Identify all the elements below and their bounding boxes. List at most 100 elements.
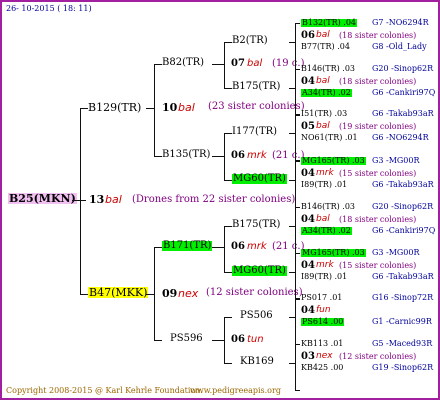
ancestor-3-mother: I51(TR) .03 — [301, 109, 348, 118]
root-generation: 13 — [89, 193, 105, 206]
ancestor-6-race: mrk — [316, 260, 334, 270]
connector-line — [295, 298, 300, 299]
connector-line — [295, 207, 300, 208]
report-date: 26- 10-2015 ( 18: 11) — [6, 4, 92, 13]
connector-line — [289, 363, 295, 364]
ancestor-8-note: (12 sister colonies) — [339, 352, 417, 361]
ancestor-2-father-line: G6 -Cankiri97Q — [372, 88, 436, 97]
connector-line — [295, 344, 296, 390]
connector-line — [289, 133, 295, 134]
connector-line — [295, 69, 300, 70]
ancestor-8-mother: KB113 .01 — [301, 339, 344, 348]
ancestor-5-mother: B146(TR) .03 — [301, 202, 356, 211]
connector-line — [224, 317, 232, 318]
grandparent-2-race: mrk — [247, 150, 267, 161]
grandparent-3-generation: 06 — [231, 241, 245, 252]
great-grandparent-7: PS506 — [240, 310, 273, 321]
connector-line — [224, 42, 232, 43]
ancestor-7-father: PS614 .00 — [301, 317, 345, 326]
parent-2-note: (12 sister colonies) — [206, 287, 303, 298]
grandparent-2-generation: 06 — [231, 150, 245, 161]
connector-line — [295, 23, 300, 24]
connector-line — [146, 294, 154, 295]
connector-line — [224, 363, 232, 364]
ancestor-1-generation: 06 — [301, 30, 315, 41]
ancestor-8-race: nex — [316, 351, 333, 361]
ancestor-1-mother-line: G7 -NO6294R — [372, 18, 429, 27]
ancestor-6-father-line: G6 -Takab93aR — [372, 272, 434, 281]
ancestor-3-race: bal — [316, 121, 330, 131]
ancestor-2-note: (18 sister colonies) — [339, 77, 417, 86]
ancestor-1-father: B77(TR) .04 — [301, 42, 350, 51]
ancestor-3-father-line: G6 -NO6294R — [372, 133, 429, 142]
ancestor-8-mother-line: G5 -Maced93R — [372, 339, 433, 348]
ancestor-2-race: bal — [316, 76, 330, 86]
connector-line — [224, 317, 225, 363]
ancestor-2-mother: B146(TR) .03 — [301, 64, 356, 73]
grandparent-queen-4: PS596 — [170, 333, 203, 344]
parent-1-note: (23 sister colonies) — [208, 101, 305, 112]
grandparent-4-race: tun — [247, 334, 264, 345]
root-note: (Drones from 22 sister colonies) — [132, 194, 296, 205]
ancestor-1-mother: B132(TR) .04 — [301, 18, 358, 27]
ancestor-4-mother-line: G3 -MG00R — [372, 156, 420, 165]
great-grandparent-2: B175(TR) — [232, 81, 281, 92]
ancestor-4-note: (15 sister colonies) — [339, 169, 417, 178]
ancestor-4-father-line: G6 -Takab93aR — [372, 180, 434, 189]
copyright-text: Copyright 2008-2015 @ Karl Kehrle Founda… — [6, 386, 203, 395]
connector-line — [224, 133, 225, 180]
parent-2-race: nex — [178, 287, 199, 300]
connector-line — [224, 272, 232, 273]
connector-line — [295, 207, 296, 253]
great-grandparent-6: MG60(TR) — [232, 265, 287, 276]
ancestor-5-note: (18 sister colonies) — [339, 215, 417, 224]
great-grandparent-3: I177(TR) — [232, 126, 278, 137]
ancestor-1-note: (18 sister colonies) — [339, 31, 417, 40]
site-link: www.pedigreeapis.org — [190, 386, 281, 395]
ancestor-8-father-line: G19 -Sinop62R — [372, 363, 434, 372]
connector-line — [289, 317, 295, 318]
connector-line — [154, 247, 155, 340]
connector-line — [289, 42, 295, 43]
ancestor-3-mother-line: G6 -Takab93aR — [372, 109, 434, 118]
grandparent-3-race: mrk — [247, 241, 267, 252]
connector-line — [224, 226, 225, 272]
connector-line — [80, 294, 88, 295]
ancestor-2-mother-line: G20 -Sinop62R — [372, 64, 434, 73]
connector-line — [289, 88, 295, 89]
ancestor-7-race: fun — [316, 305, 331, 315]
ancestor-6-mother: MG165(TR) .03 — [301, 248, 366, 257]
ancestor-6-generation: 04 — [301, 260, 315, 271]
grandparent-queen-2: B135(TR) — [162, 149, 211, 160]
connector-line — [295, 114, 296, 160]
connector-line — [295, 298, 296, 344]
connector-line — [154, 64, 155, 156]
ancestor-5-mother-line: G20 -Sinop62R — [372, 202, 434, 211]
connector-line — [295, 114, 300, 115]
grandparent-3-note: (21 c.) — [272, 241, 305, 252]
connector-line — [295, 161, 296, 207]
ancestor-4-generation: 04 — [301, 168, 315, 179]
ancestor-7-mother-line: G16 -Sinop72R — [372, 293, 434, 302]
ancestor-5-race: bal — [316, 214, 330, 224]
parent-queen-2: B47(MKK) — [88, 286, 149, 299]
connector-line — [289, 180, 295, 181]
connector-line — [295, 253, 296, 299]
connector-line — [295, 253, 300, 254]
connector-line — [224, 180, 232, 181]
connector-line — [295, 69, 296, 115]
root-race: bal — [105, 193, 122, 206]
connector-line — [295, 161, 300, 162]
connector-line — [72, 200, 86, 201]
parent-2-generation: 09 — [162, 287, 178, 300]
connector-line — [289, 226, 295, 227]
connector-line — [224, 42, 225, 88]
grandparent-1-generation: 07 — [231, 58, 245, 69]
ancestor-1-father-line: G8 -Old_Lady — [372, 42, 427, 51]
connector-line — [212, 156, 224, 157]
connector-line — [154, 64, 162, 65]
connector-line — [295, 23, 296, 69]
ancestor-7-father-line: G1 -Carnic99R — [372, 317, 432, 326]
connector-line — [212, 340, 224, 341]
ancestor-6-mother-line: G3 -MG00R — [372, 248, 420, 257]
